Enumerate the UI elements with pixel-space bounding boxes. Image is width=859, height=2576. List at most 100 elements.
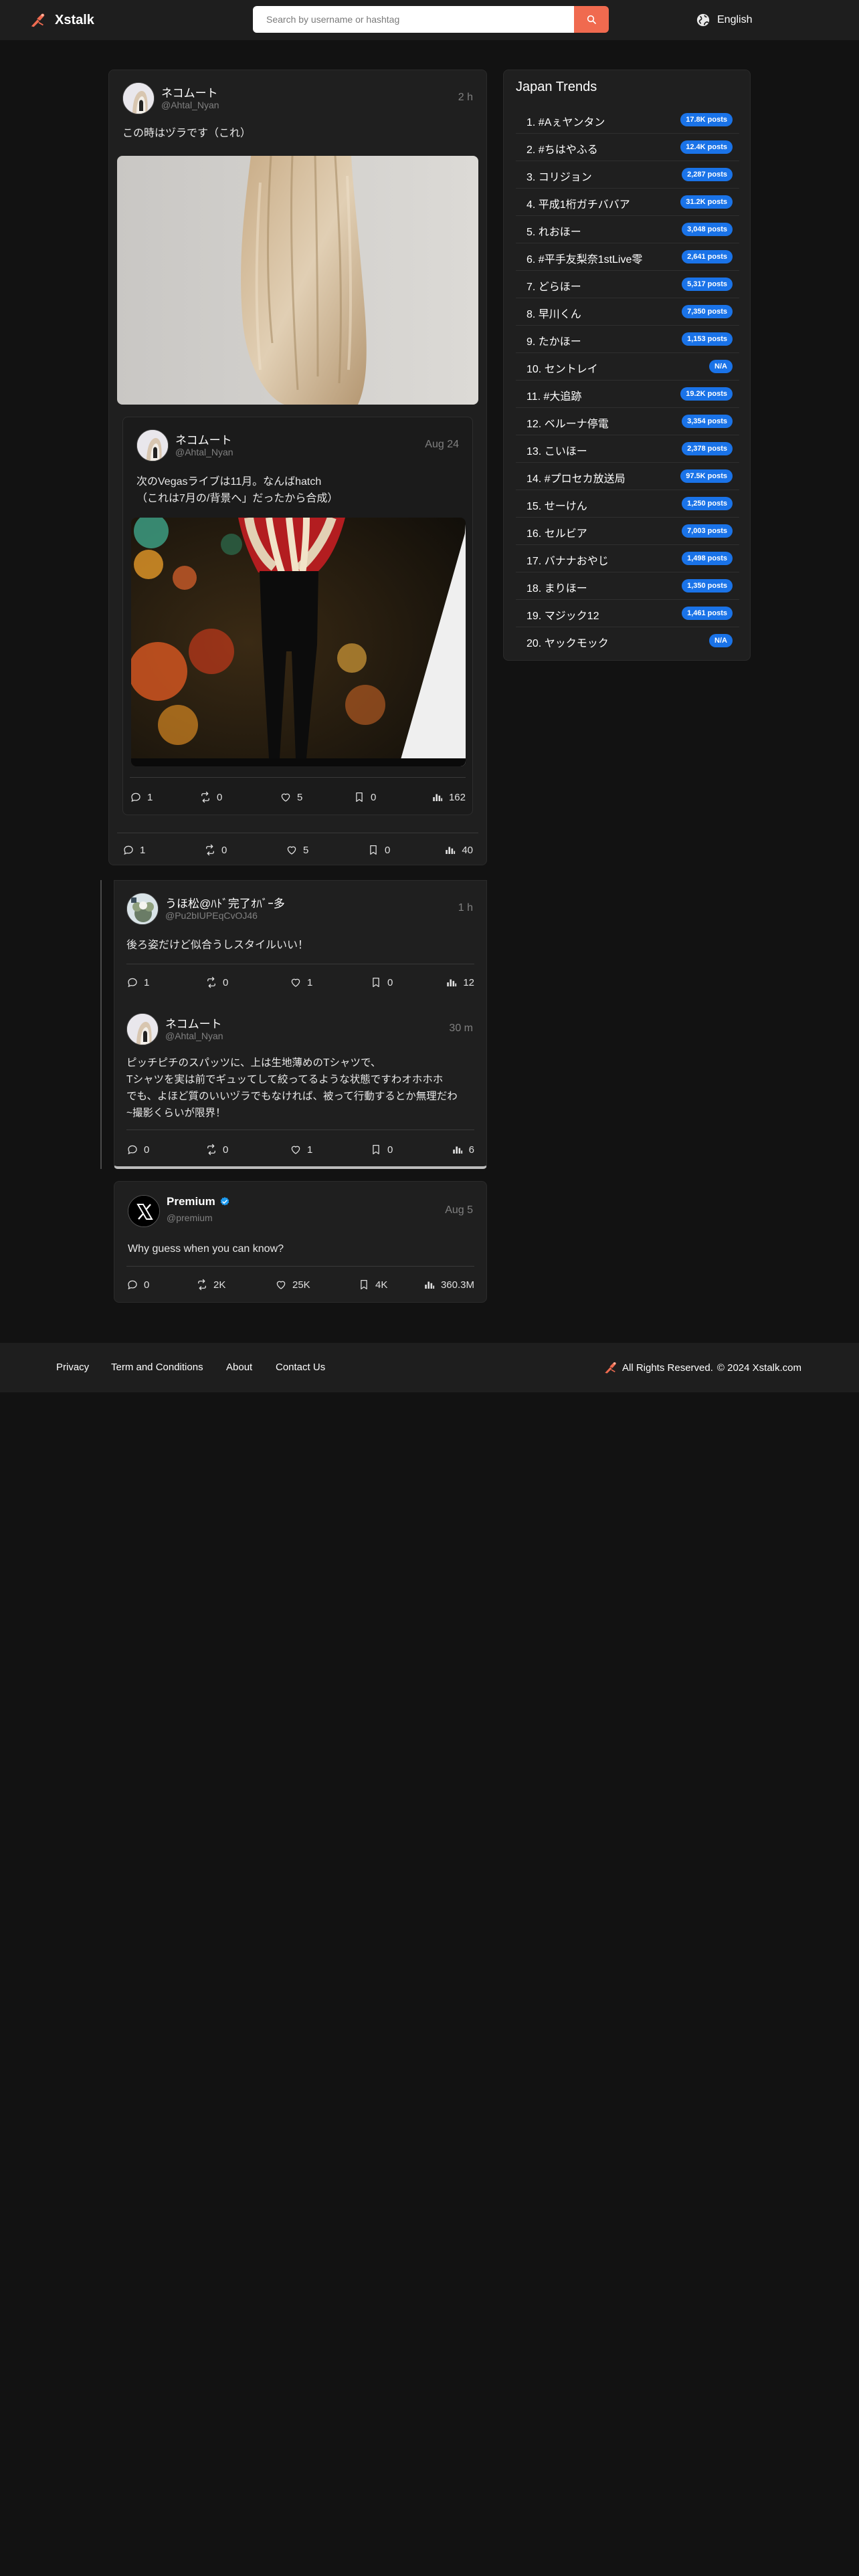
- trend-label: 20. ヤックモック: [527, 638, 609, 649]
- brand-link[interactable]: Xstalk: [29, 9, 94, 31]
- author-handle[interactable]: @Pu2bIUPEqCvOJ46: [165, 910, 258, 921]
- view-count: 6: [468, 1144, 474, 1156]
- brand-name: Xstalk: [55, 12, 94, 27]
- trend-post-count-badge: 3,048 posts: [682, 223, 733, 236]
- trend-item[interactable]: 20. ヤックモック N/A: [516, 627, 739, 655]
- author-name[interactable]: ネコムート: [175, 431, 232, 447]
- trends-panel: Japan Trends 1. #Aぇヤンタン 17.8K posts 2. #ちは…: [503, 70, 751, 661]
- about-link[interactable]: About: [226, 1362, 252, 1373]
- reply-button[interactable]: 1: [122, 842, 145, 858]
- trend-item[interactable]: 17. バナナおやじ 1,498 posts: [516, 545, 739, 572]
- author-handle[interactable]: @Ahtal_Nyan: [161, 100, 219, 110]
- bookmark-icon: [370, 976, 382, 988]
- trend-item[interactable]: 18. まりほー 1,350 posts: [516, 572, 739, 600]
- views-button[interactable]: 360.3M: [423, 1277, 474, 1293]
- views-button[interactable]: 162: [432, 789, 466, 805]
- trend-item[interactable]: 9. たかほー 1,153 posts: [516, 326, 739, 353]
- like-button[interactable]: 25K: [275, 1277, 310, 1293]
- author-name[interactable]: ネコムート: [165, 1014, 222, 1031]
- stage-photo-icon: [131, 518, 466, 766]
- language-selector[interactable]: English: [696, 9, 752, 31]
- search-button[interactable]: [574, 6, 609, 33]
- trend-label: 5. れおほー: [527, 227, 581, 238]
- avatar[interactable]: [122, 82, 155, 114]
- retweet-button[interactable]: 0: [204, 842, 227, 858]
- bookmark-button[interactable]: 0: [370, 1142, 393, 1158]
- trend-item[interactable]: 19. マジック12 1,461 posts: [516, 600, 739, 627]
- trend-label: 17. バナナおやじ: [527, 556, 609, 567]
- avatar[interactable]: [126, 1013, 159, 1045]
- post-actions: 1 0 5 0 162: [130, 789, 466, 805]
- bookmark-button[interactable]: 4K: [358, 1277, 387, 1293]
- reply-button[interactable]: 1: [130, 789, 153, 805]
- author-name[interactable]: ネコムート: [161, 84, 218, 100]
- trend-item[interactable]: 10. セントレイ N/A: [516, 353, 739, 381]
- post-time: 30 m: [449, 1023, 473, 1034]
- retweet-icon: [196, 1279, 208, 1291]
- trend-item[interactable]: 3. コリジョン 2,287 posts: [516, 161, 739, 189]
- trend-item[interactable]: 16. セルビア 7,003 posts: [516, 518, 739, 545]
- like-button[interactable]: 5: [280, 789, 302, 805]
- search-icon: [587, 15, 596, 24]
- post-image[interactable]: [117, 156, 478, 405]
- bookmark-button[interactable]: 0: [370, 974, 393, 990]
- avatar[interactable]: [136, 429, 169, 461]
- bookmark-button[interactable]: 0: [367, 842, 390, 858]
- contact-link[interactable]: Contact Us: [276, 1362, 325, 1373]
- post-time: 1 h: [458, 902, 473, 914]
- view-count: 162: [448, 791, 466, 803]
- author-handle[interactable]: @premium: [167, 1212, 213, 1223]
- trend-item[interactable]: 5. れおほー 3,048 posts: [516, 216, 739, 243]
- trend-item[interactable]: 12. ベルーナ停電 3,354 posts: [516, 408, 739, 435]
- author-handle[interactable]: @Ahtal_Nyan: [165, 1031, 223, 1041]
- author-name-row[interactable]: Premium: [167, 1195, 230, 1208]
- retweet-button[interactable]: 0: [205, 974, 228, 990]
- post-actions: 1 0 1 0 12: [126, 974, 474, 990]
- author-name[interactable]: うほ松@ﾊﾄﾞ完了ｵﾊﾞｰ多: [165, 894, 285, 911]
- views-icon: [432, 791, 444, 803]
- views-button[interactable]: 6: [452, 1142, 474, 1158]
- trend-item[interactable]: 13. こいほー 2,378 posts: [516, 435, 739, 463]
- trend-item[interactable]: 15. せーけん 1,250 posts: [516, 490, 739, 518]
- reply-button[interactable]: 1: [126, 974, 149, 990]
- post-actions: 0 2K 25K 4K 360.3M: [126, 1277, 474, 1293]
- trend-item[interactable]: 8. 早川くん 7,350 posts: [516, 298, 739, 326]
- user-avatar-image: [127, 893, 158, 924]
- reply-count: 1: [144, 976, 150, 988]
- retweet-button[interactable]: 0: [205, 1142, 228, 1158]
- reply-count: 1: [147, 791, 153, 803]
- retweet-button[interactable]: 0: [199, 789, 222, 805]
- views-button[interactable]: 40: [444, 842, 473, 858]
- reply-count: 0: [144, 1279, 150, 1291]
- avatar[interactable]: [128, 1195, 160, 1227]
- post-divider: [126, 1266, 474, 1267]
- trend-item[interactable]: 1. #Aぇヤンタン 17.8K posts: [516, 106, 739, 134]
- retweet-count: 0: [217, 791, 223, 803]
- search-input[interactable]: [253, 6, 574, 33]
- post-image[interactable]: [131, 518, 466, 766]
- trend-post-count-badge: 1,461 posts: [682, 607, 733, 620]
- reply-button[interactable]: 0: [126, 1142, 149, 1158]
- privacy-link[interactable]: Privacy: [56, 1362, 89, 1373]
- trend-label: 9. たかほー: [527, 336, 581, 348]
- avatar[interactable]: [126, 893, 159, 925]
- views-button[interactable]: 12: [446, 974, 474, 990]
- reply-button[interactable]: 0: [126, 1277, 149, 1293]
- trend-item[interactable]: 11. #大追跡 19.2K posts: [516, 381, 739, 408]
- like-button[interactable]: 1: [290, 974, 312, 990]
- like-button[interactable]: 1: [290, 1142, 312, 1158]
- trends-title: Japan Trends: [516, 80, 597, 94]
- trend-item[interactable]: 4. 平成1桁ガチババア 31.2K posts: [516, 189, 739, 216]
- quoted-post[interactable]: ネコムート @Ahtal_Nyan Aug 24 次のVegasライブは11月。…: [122, 417, 473, 815]
- post-divider: [130, 777, 466, 778]
- trend-item[interactable]: 14. #プロセカ放送局 97.5K posts: [516, 463, 739, 490]
- retweet-button[interactable]: 2K: [196, 1277, 225, 1293]
- bookmark-icon: [367, 844, 379, 856]
- trend-item[interactable]: 7. どらほー 5,317 posts: [516, 271, 739, 298]
- bookmark-button[interactable]: 0: [353, 789, 376, 805]
- author-handle[interactable]: @Ahtal_Nyan: [175, 447, 233, 457]
- trend-item[interactable]: 2. #ちはやふる 12.4K posts: [516, 134, 739, 161]
- terms-link[interactable]: Term and Conditions: [111, 1362, 203, 1373]
- trend-item[interactable]: 6. #平手友梨奈1stLive零 2,641 posts: [516, 243, 739, 271]
- like-button[interactable]: 5: [286, 842, 308, 858]
